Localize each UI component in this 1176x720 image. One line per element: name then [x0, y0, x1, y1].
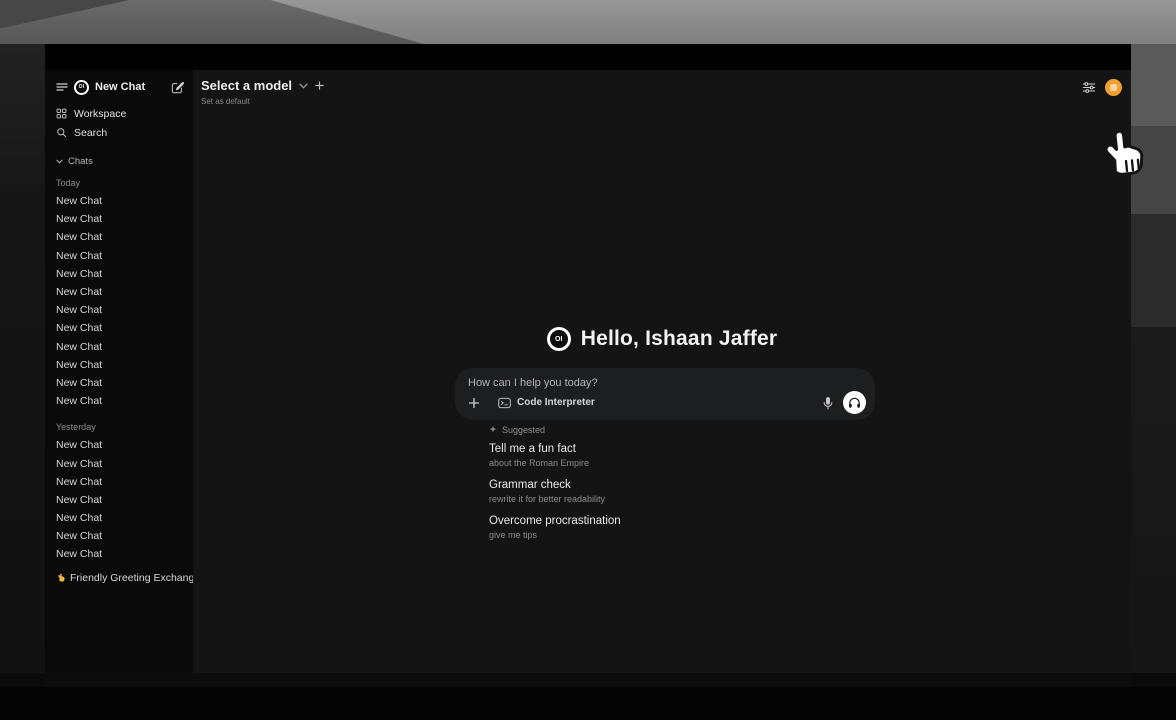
model-selector-label: Select a model — [201, 78, 292, 93]
chat-item-friendly-greeting[interactable]: Friendly Greeting Exchange — [56, 569, 184, 587]
section-label: Yesterday — [56, 421, 184, 433]
chat-item[interactable]: New Chat — [56, 473, 184, 491]
command-line-icon — [498, 397, 511, 409]
sliders-icon[interactable] — [1082, 81, 1096, 94]
plus-icon[interactable] — [468, 397, 480, 409]
chat-item[interactable]: New Chat — [56, 436, 184, 454]
desktop-background-top — [0, 0, 1176, 44]
suggested-prompt-title: Grammar check — [489, 479, 889, 492]
wave-hand-icon — [56, 572, 66, 583]
voice-call-button[interactable] — [843, 391, 866, 414]
sidebar-item-search[interactable]: Search — [56, 123, 184, 142]
menu-icon[interactable] — [56, 82, 68, 92]
suggested-prompt[interactable]: Tell me a fun fact about the Roman Empir… — [489, 443, 889, 469]
headphones-icon — [848, 397, 861, 409]
suggested-prompt-subtitle: give me tips — [489, 529, 889, 541]
suggested-prompt-subtitle: rewrite it for better readability — [489, 493, 889, 505]
search-label: Search — [74, 127, 107, 139]
chat-item[interactable]: New Chat — [56, 265, 184, 283]
desktop-background-under-window — [45, 673, 1131, 687]
chat-item[interactable]: New Chat — [56, 454, 184, 472]
search-icon — [56, 127, 67, 138]
chat-section-today: Today New ChatNew ChatNew ChatNew ChatNe… — [56, 177, 184, 410]
chat-item[interactable]: New Chat — [56, 247, 184, 265]
sidebar-item-workspace[interactable]: Workspace — [56, 104, 184, 123]
plus-icon[interactable] — [315, 81, 324, 90]
chat-item[interactable]: New Chat — [56, 283, 184, 301]
suggested-prompt[interactable]: Overcome procrastination give me tips — [489, 515, 889, 541]
suggested-prompt-title: Overcome procrastination — [489, 515, 889, 528]
greeting-text: Hello, Ishaan Jaffer — [581, 327, 778, 351]
desktop-wedge — [0, 0, 1176, 44]
code-interpreter-toggle[interactable]: Code Interpreter — [498, 397, 595, 409]
suggested-section: Suggested Tell me a fun fact about the R… — [489, 424, 889, 551]
new-chat-pencil-square-icon[interactable] — [171, 81, 184, 94]
chat-list-today: New ChatNew ChatNew ChatNew ChatNew Chat… — [56, 192, 184, 410]
chat-item[interactable]: New Chat — [56, 356, 184, 374]
sidebar: OI New Chat Workspace Search Chats — [45, 70, 193, 673]
suggested-list: Tell me a fun fact about the Roman Empir… — [489, 443, 889, 541]
app-window: OI New Chat Workspace Search Chats — [45, 44, 1131, 673]
app-logo: OI — [547, 327, 571, 351]
chat-item[interactable]: New Chat — [56, 527, 184, 545]
chat-item[interactable]: New Chat — [56, 392, 184, 410]
suggested-label: Suggested — [502, 425, 545, 435]
chevron-down-icon — [299, 83, 308, 89]
chat-section-yesterday: Yesterday New ChatNew ChatNew ChatNew Ch… — [56, 421, 184, 563]
chat-item[interactable]: New Chat — [56, 301, 184, 319]
chat-item[interactable]: New Chat — [56, 374, 184, 392]
chat-item[interactable]: New Chat — [56, 509, 184, 527]
app-logo: OI — [74, 80, 89, 95]
window-titlebar — [45, 44, 1131, 70]
chat-item[interactable]: New Chat — [56, 491, 184, 509]
sidebar-title: New Chat — [95, 81, 165, 93]
chat-item[interactable]: New Chat — [56, 545, 184, 563]
chat-item[interactable]: New Chat — [56, 192, 184, 210]
set-as-default-link[interactable]: Set as default — [201, 97, 324, 106]
main-area: Select a model Set as default OI Hello, … — [193, 70, 1131, 673]
section-label: Today — [56, 177, 184, 189]
suggested-prompt[interactable]: Grammar check rewrite it for better read… — [489, 479, 889, 505]
chat-item[interactable]: New Chat — [56, 338, 184, 356]
desktop-background-left — [0, 44, 45, 673]
chevron-down-icon — [56, 159, 63, 164]
chat-item[interactable]: New Chat — [56, 228, 184, 246]
suggested-prompt-subtitle: about the Roman Empire — [489, 457, 889, 469]
hand-cursor — [1091, 121, 1155, 189]
code-interpreter-label: Code Interpreter — [517, 397, 595, 408]
workspace-label: Workspace — [74, 108, 126, 120]
avatar-placeholder-icon — [1110, 84, 1117, 91]
message-input[interactable]: How can I help you today? — [468, 377, 862, 389]
chat-list-yesterday: New ChatNew ChatNew ChatNew ChatNew Chat… — [56, 436, 184, 563]
sparkle-icon — [489, 425, 497, 434]
chats-section-toggle[interactable]: Chats — [56, 155, 184, 167]
user-avatar[interactable] — [1105, 79, 1122, 96]
pinned-chat-title: Friendly Greeting Exchange — [70, 572, 193, 584]
desktop-background-bottom-bar — [0, 687, 1176, 720]
chat-item[interactable]: New Chat — [56, 319, 184, 337]
suggested-prompt-title: Tell me a fun fact — [489, 443, 889, 456]
squares-grid-icon — [56, 108, 67, 119]
message-composer[interactable]: How can I help you today? Code Interpret… — [455, 368, 875, 420]
model-selector[interactable]: Select a model — [201, 78, 324, 93]
greeting-row: OI Hello, Ishaan Jaffer — [193, 327, 1131, 351]
chat-item[interactable]: New Chat — [56, 210, 184, 228]
microphone-icon[interactable] — [822, 396, 834, 410]
